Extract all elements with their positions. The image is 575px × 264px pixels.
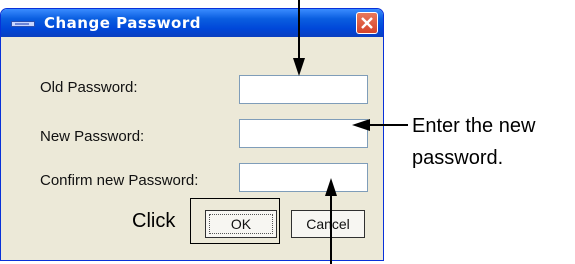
arrow-head-down-icon bbox=[293, 58, 305, 76]
arrow-head-left-icon bbox=[352, 119, 370, 131]
callout-arrows bbox=[293, 0, 408, 264]
arrow-head-up-icon bbox=[325, 178, 337, 196]
